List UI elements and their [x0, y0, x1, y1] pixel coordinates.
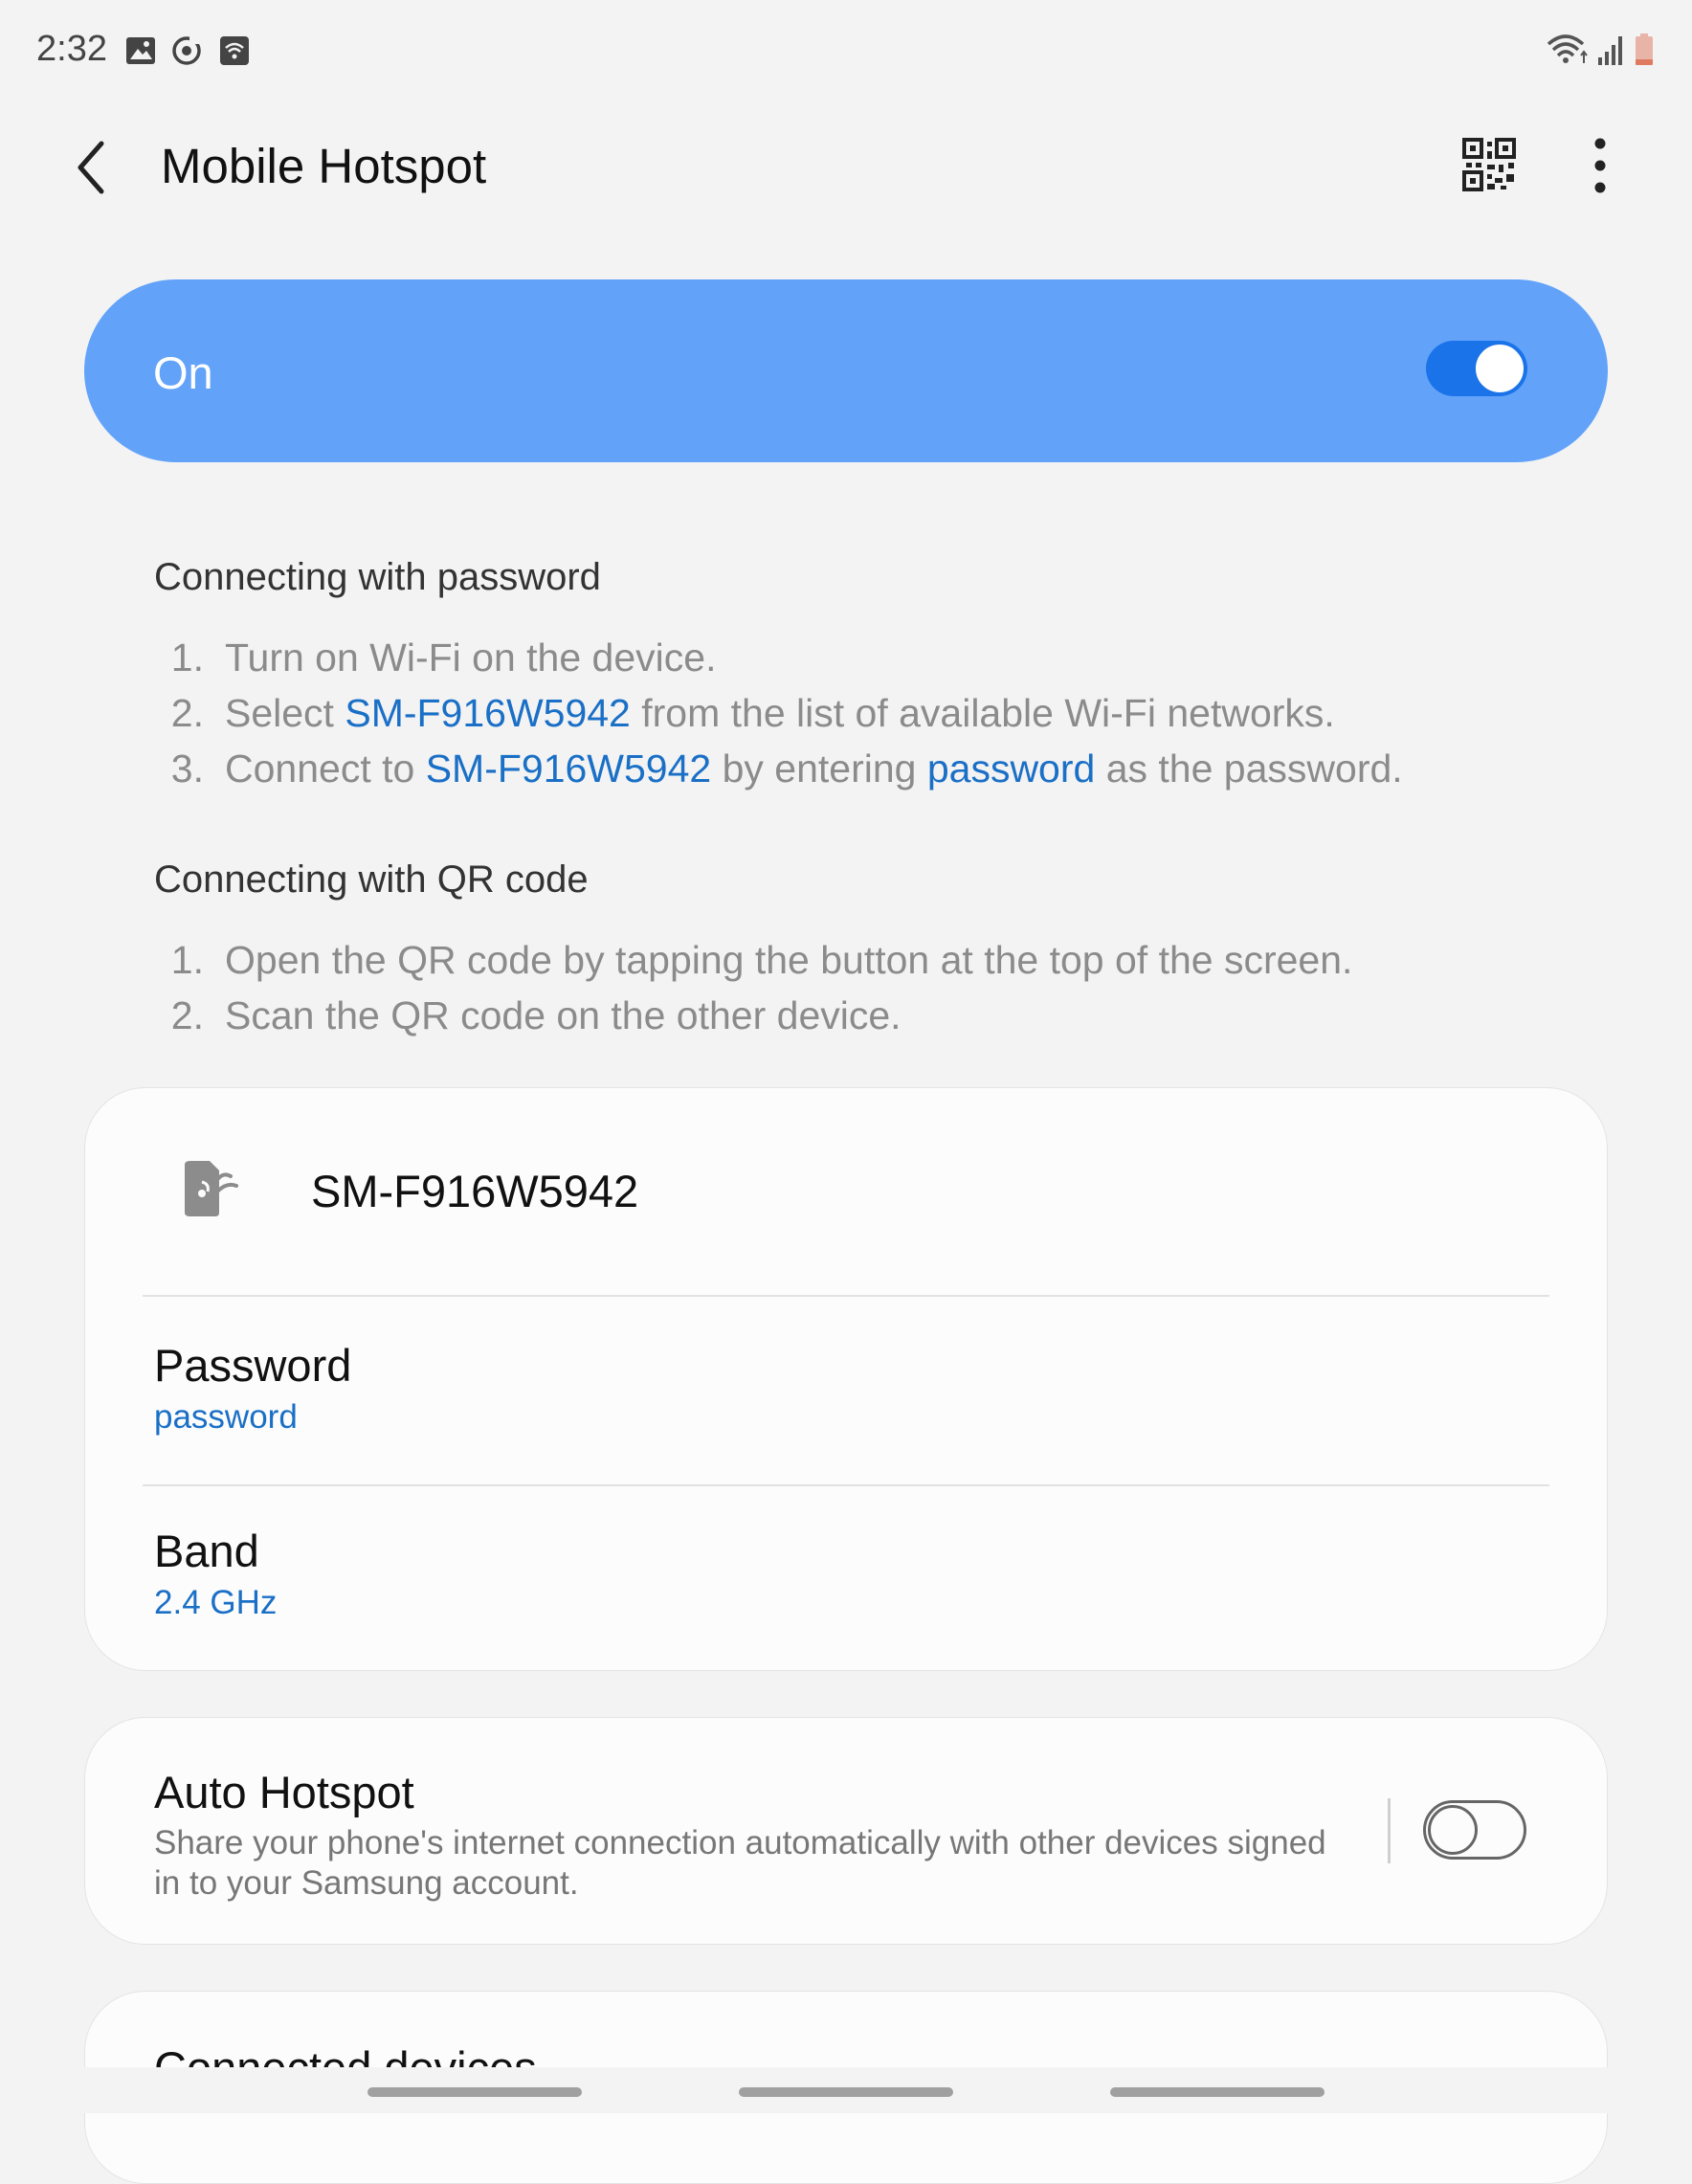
hotspot-icon — [220, 36, 249, 65]
auto-hotspot-description: Share your phone's internet connection a… — [154, 1824, 1326, 1902]
qr-code-icon[interactable] — [1462, 138, 1516, 191]
gallery-icon — [126, 37, 155, 64]
master-toggle[interactable] — [1426, 341, 1527, 396]
auto-hotspot-title: Auto Hotspot — [154, 1767, 414, 1817]
band-label: Band — [154, 1526, 259, 1576]
hotspot-device-icon — [185, 1161, 238, 1216]
auto-hotspot-card[interactable]: Auto Hotspot Share your phone's internet… — [84, 1717, 1608, 1945]
password-label: Password — [154, 1340, 352, 1391]
nav-handle[interactable] — [1110, 2087, 1325, 2097]
toggle-knob — [1473, 342, 1526, 395]
instruction-step: 3. Connect to SM-F916W5942 by entering pa… — [170, 747, 1403, 791]
password-row[interactable]: Password password — [85, 1297, 1607, 1482]
navigation-bar — [0, 2067, 1692, 2113]
password-instructions-heading: Connecting with password — [154, 556, 601, 598]
battery-icon — [1636, 33, 1653, 65]
wifi-icon — [1547, 34, 1588, 63]
band-value: 2.4 GHz — [154, 1584, 278, 1621]
nav-handle[interactable] — [367, 2087, 582, 2097]
password-value: password — [154, 1398, 298, 1436]
toggle-knob — [1428, 1805, 1478, 1855]
band-row[interactable]: Band 2.4 GHz — [85, 1486, 1607, 1668]
ssid-name: SM-F916W5942 — [311, 1166, 639, 1216]
more-options-icon[interactable] — [1585, 136, 1615, 195]
network-settings-card: SM-F916W5942 Password password Band 2.4 … — [84, 1087, 1608, 1671]
nav-handle[interactable] — [739, 2087, 953, 2097]
signal-icon — [1598, 36, 1622, 65]
instruction-step: 2. Select SM-F916W5942 from the list of a… — [170, 691, 1335, 735]
ssid-link: SM-F916W5942 — [345, 691, 631, 735]
page-title: Mobile Hotspot — [161, 139, 487, 193]
auto-hotspot-toggle[interactable] — [1423, 1800, 1526, 1860]
instruction-step: 1. Open the QR code by tapping the button… — [170, 938, 1353, 982]
instruction-step: 1. Turn on Wi-Fi on the device. — [170, 635, 717, 680]
vertical-separator — [1388, 1798, 1391, 1863]
ssid-row[interactable]: SM-F916W5942 — [85, 1088, 1607, 1295]
master-switch-label: On — [153, 347, 213, 398]
status-time: 2:32 — [36, 29, 107, 69]
hotspot-master-switch[interactable]: On — [84, 279, 1608, 462]
qr-instructions-heading: Connecting with QR code — [154, 858, 589, 901]
ssid-link: SM-F916W5942 — [425, 747, 712, 791]
password-link: password — [926, 747, 1096, 791]
sync-icon — [172, 36, 201, 65]
instruction-step: 2. Scan the QR code on the other device. — [170, 993, 902, 1037]
back-button[interactable] — [69, 134, 122, 201]
